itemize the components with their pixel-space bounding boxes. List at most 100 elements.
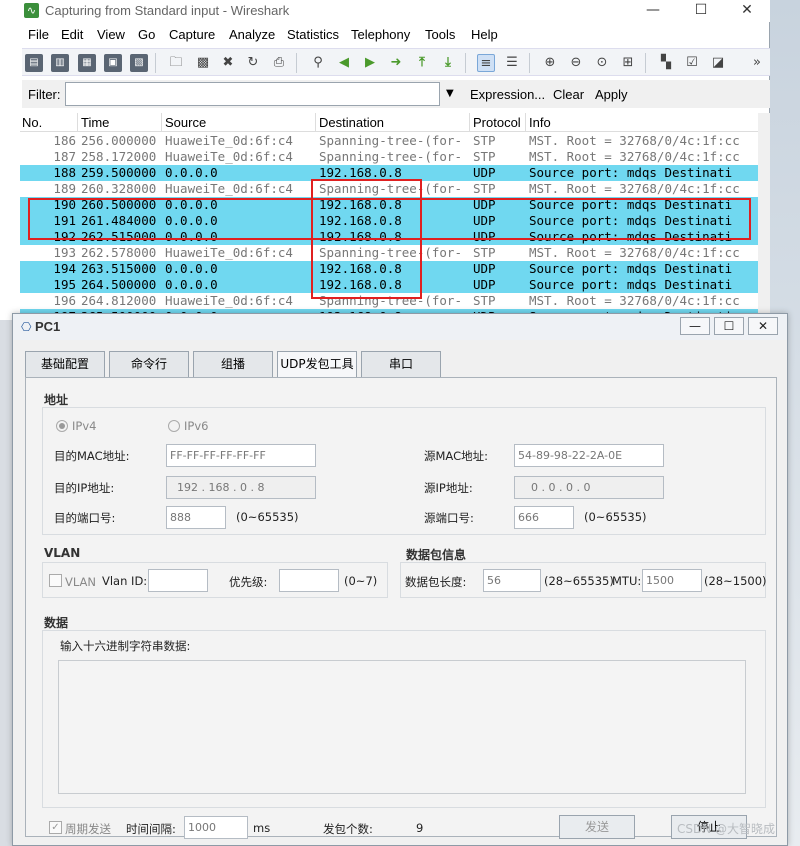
packet-row[interactable]: 194 263.515000 0.0.0.0 192.168.0.8 UDP Source…: [20, 261, 758, 277]
packet-cell-no: 196: [53, 293, 76, 308]
go-first-icon[interactable]: ⤒: [413, 54, 431, 72]
packet-row[interactable]: 187 258.172000 HuaweiTe_0d:6f:c4 Spanning-t…: [20, 149, 758, 165]
start-capture-icon[interactable]: ▦: [78, 54, 96, 72]
stop-capture-icon[interactable]: ▣: [104, 54, 122, 72]
dst-port-field[interactable]: 888: [166, 506, 226, 529]
packet-row[interactable]: 190 260.500000 0.0.0.0 192.168.0.8 UDP Source…: [20, 197, 758, 213]
zoom-in-icon[interactable]: ⊕: [541, 54, 559, 72]
packet-cell-info: MST. Root = 32768/0/4c:1f:cc: [529, 293, 740, 308]
packet-cell-info: Source port: mdqs Destinati: [529, 197, 733, 212]
vlan-id-field[interactable]: [148, 569, 208, 592]
packet-length-field[interactable]: 56: [483, 569, 541, 592]
menu-view[interactable]: View: [97, 27, 125, 42]
filter-input[interactable]: [65, 82, 440, 106]
display-filters-icon[interactable]: ☑: [683, 54, 701, 72]
send-button[interactable]: 发送: [559, 815, 635, 839]
zoom-out-icon[interactable]: ⊖: [567, 54, 585, 72]
menu-telephony[interactable]: Telephony: [351, 27, 410, 42]
find-packet-icon[interactable]: ⚲: [309, 54, 327, 72]
column-destination[interactable]: Destination: [319, 115, 384, 130]
go-back-icon[interactable]: ◀: [335, 54, 353, 72]
periodic-send-checkbox[interactable]: ✓: [49, 821, 62, 834]
zoom-normal-icon[interactable]: ⊙: [593, 54, 611, 72]
interval-field[interactable]: 1000: [184, 816, 248, 839]
coloring-rules-icon[interactable]: ◪: [709, 54, 727, 72]
toolbar-overflow-icon[interactable]: »: [748, 54, 766, 72]
tab-udp-tool[interactable]: UDP发包工具: [277, 351, 357, 378]
column-protocol[interactable]: Protocol: [473, 115, 521, 130]
colorize-icon[interactable]: ≡: [477, 54, 495, 72]
priority-field[interactable]: [279, 569, 339, 592]
vlan-check-label: VLAN: [65, 575, 97, 589]
column-info[interactable]: Info: [529, 115, 551, 130]
menu-help[interactable]: Help: [471, 27, 498, 42]
src-port-field[interactable]: 666: [514, 506, 574, 529]
packet-row[interactable]: 191 261.484000 0.0.0.0 192.168.0.8 UDP Source…: [20, 213, 758, 229]
packet-cell-proto: UDP: [473, 277, 496, 292]
open-file-icon[interactable]: 🗀: [167, 54, 185, 72]
pc1-close-button[interactable]: ✕: [748, 317, 778, 335]
packet-cell-no: 188: [53, 165, 76, 180]
src-mac-field[interactable]: 54-89-98-22-2A-0E: [514, 444, 664, 467]
menu-analyze[interactable]: Analyze: [229, 27, 275, 42]
column-time[interactable]: Time: [81, 115, 109, 130]
save-file-icon[interactable]: ▩: [194, 54, 212, 72]
interfaces-icon[interactable]: ▤: [25, 54, 43, 72]
vlan-checkbox[interactable]: [49, 574, 62, 587]
pc1-minimize-button[interactable]: —: [680, 317, 710, 335]
packet-cell-dst: 192.168.0.8: [319, 213, 402, 228]
auto-scroll-icon[interactable]: ☰: [503, 54, 521, 72]
menu-edit[interactable]: Edit: [61, 27, 83, 42]
menu-statistics[interactable]: Statistics: [287, 27, 339, 42]
filter-label: Filter:: [28, 87, 61, 102]
menu-capture[interactable]: Capture: [169, 27, 215, 42]
go-forward-icon[interactable]: ▶: [361, 54, 379, 72]
packet-row[interactable]: 189 260.328000 HuaweiTe_0d:6f:c4 Spanning-t…: [20, 181, 758, 197]
tab-serial[interactable]: 串口: [361, 351, 441, 377]
main-toolbar: ▤ ▥ ▦ ▣ ▧ 🗀 ▩ ✖ ↻ ⎙ ⚲ ◀ ▶ ➜ ⤒ ⤓ ≡ ☰ ⊕ ⊖ …: [22, 48, 770, 76]
packet-row[interactable]: 186 256.000000 HuaweiTe_0d:6f:c4 Spanning-t…: [20, 133, 758, 149]
apply-button[interactable]: Apply: [595, 87, 628, 102]
src-ip-label: 源IP地址:: [424, 481, 473, 495]
tab-multicast[interactable]: 组播: [193, 351, 273, 377]
menu-go[interactable]: Go: [138, 27, 155, 42]
minimize-button[interactable]: —: [630, 0, 676, 22]
dst-mac-field[interactable]: FF-FF-FF-FF-FF-FF: [166, 444, 316, 467]
go-last-icon[interactable]: ⤓: [439, 54, 457, 72]
restart-capture-icon[interactable]: ▧: [130, 54, 148, 72]
close-file-icon[interactable]: ✖: [219, 54, 237, 72]
src-ip-field[interactable]: 0 . 0 . 0 . 0: [514, 476, 664, 499]
close-button[interactable]: ✕: [724, 0, 770, 22]
packet-row[interactable]: 195 264.500000 0.0.0.0 192.168.0.8 UDP Source…: [20, 277, 758, 293]
column-no[interactable]: No.: [22, 115, 42, 130]
hex-data-textarea[interactable]: [58, 660, 746, 794]
tab-command-line[interactable]: 命令行: [109, 351, 189, 377]
go-to-packet-icon[interactable]: ➜: [387, 54, 405, 72]
packet-row[interactable]: 188 259.500000 0.0.0.0 192.168.0.8 UDP Source…: [20, 165, 758, 181]
packet-row[interactable]: 193 262.578000 HuaweiTe_0d:6f:c4 Spanning-t…: [20, 245, 758, 261]
resize-columns-icon[interactable]: ⊞: [619, 54, 637, 72]
reload-icon[interactable]: ↻: [244, 54, 262, 72]
ipv6-radio[interactable]: [168, 420, 180, 432]
mtu-field[interactable]: 1500: [642, 569, 702, 592]
packet-list-scrollbar[interactable]: [758, 113, 770, 320]
packet-row[interactable]: 192 262.515000 0.0.0.0 192.168.0.8 UDP Source…: [20, 229, 758, 245]
clear-button[interactable]: Clear: [553, 87, 584, 102]
expression-button[interactable]: Expression...: [470, 87, 545, 102]
dst-ip-field[interactable]: 192 . 168 . 0 . 8: [166, 476, 316, 499]
packet-cell-src: HuaweiTe_0d:6f:c4: [165, 181, 293, 196]
maximize-button[interactable]: ☐: [678, 0, 724, 22]
packet-cell-time: 258.172000: [81, 149, 157, 164]
column-source[interactable]: Source: [165, 115, 206, 130]
packet-row[interactable]: 196 264.812000 HuaweiTe_0d:6f:c4 Spanning-t…: [20, 293, 758, 309]
packet-cell-dst: 192.168.0.8: [319, 165, 402, 180]
ipv4-radio[interactable]: [56, 420, 68, 432]
capture-options-icon[interactable]: ▥: [51, 54, 69, 72]
filter-dropdown-icon[interactable]: ▼: [446, 88, 454, 99]
capture-filters-icon[interactable]: ▚: [657, 54, 675, 72]
menu-tools[interactable]: Tools: [425, 27, 455, 42]
print-icon[interactable]: ⎙: [270, 54, 288, 72]
tab-basic-config[interactable]: 基础配置: [25, 351, 105, 377]
pc1-maximize-button[interactable]: ☐: [714, 317, 744, 335]
menu-file[interactable]: File: [28, 27, 49, 42]
